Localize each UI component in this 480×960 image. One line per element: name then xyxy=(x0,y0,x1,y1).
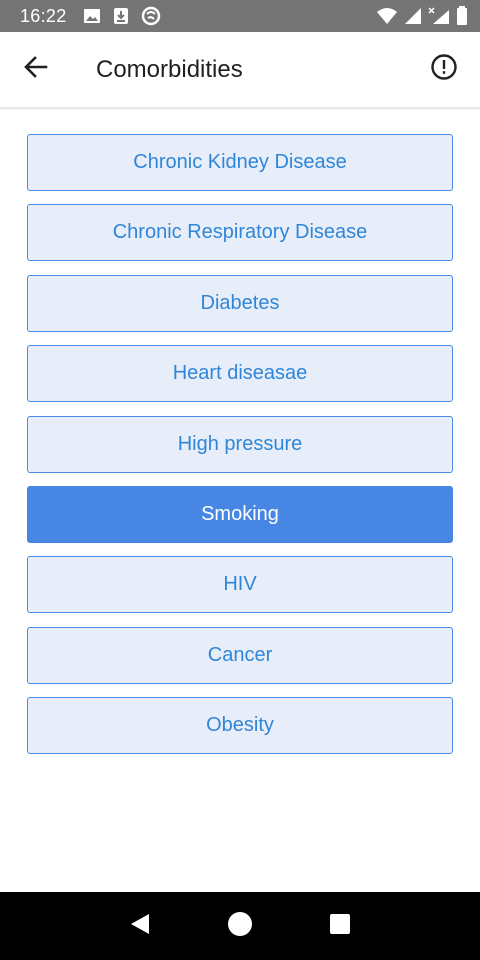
comorbidity-item-chronic-respiratory-disease[interactable]: Chronic Respiratory Disease xyxy=(27,204,453,262)
app-bar: Comorbidities xyxy=(0,32,480,108)
signal-no-data-icon xyxy=(428,7,450,25)
vpn-icon xyxy=(141,6,161,26)
back-button[interactable] xyxy=(0,32,72,108)
navigation-bar xyxy=(0,892,480,960)
nav-back-button[interactable] xyxy=(120,906,160,946)
comorbidity-item-obesity[interactable]: Obesity xyxy=(27,697,453,755)
comorbidity-item-cancer[interactable]: Cancer xyxy=(27,626,453,684)
comorbidity-list: Chronic Kidney Disease Chronic Respirato… xyxy=(27,134,453,768)
comorbidity-item-high-pressure[interactable]: High pressure xyxy=(27,415,453,473)
comorbidity-item-heart-disease[interactable]: Heart diseasae xyxy=(27,345,453,403)
home-circle-icon xyxy=(227,911,253,942)
battery-icon xyxy=(456,6,468,26)
info-circle-icon xyxy=(430,53,458,86)
download-icon xyxy=(113,7,129,25)
info-button[interactable] xyxy=(412,32,476,108)
back-triangle-icon xyxy=(129,912,151,941)
nav-recents-button[interactable] xyxy=(320,906,360,946)
wifi-icon xyxy=(376,7,398,25)
comorbidity-item-hiv[interactable]: HIV xyxy=(27,556,453,614)
back-arrow-icon xyxy=(23,54,49,85)
comorbidity-item-diabetes[interactable]: Diabetes xyxy=(27,274,453,332)
page-title: Comorbidities xyxy=(96,55,243,83)
status-bar: 16:22 xyxy=(0,0,480,32)
image-icon xyxy=(83,7,101,25)
comorbidity-item-smoking[interactable]: Smoking xyxy=(27,485,453,543)
status-time: 16:22 xyxy=(20,5,67,26)
recents-square-icon xyxy=(329,913,351,940)
nav-home-button[interactable] xyxy=(220,906,260,946)
comorbidity-item-chronic-kidney-disease[interactable]: Chronic Kidney Disease xyxy=(27,134,453,191)
signal-icon xyxy=(404,7,422,25)
